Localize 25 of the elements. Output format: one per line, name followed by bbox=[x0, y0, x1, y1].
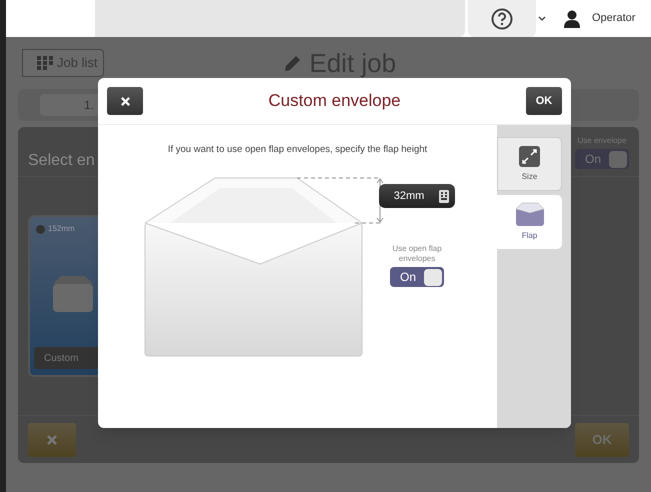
grid-icon bbox=[37, 56, 53, 70]
section-title: Select en bbox=[28, 151, 95, 171]
ok-button[interactable]: OK bbox=[526, 87, 562, 115]
dialog-title: Custom envelope bbox=[268, 90, 401, 112]
user-icon bbox=[564, 10, 580, 28]
keypad-icon bbox=[439, 190, 449, 203]
toggle-switch[interactable]: On bbox=[390, 267, 444, 288]
toggle-label: Use open flap envelopes bbox=[391, 244, 443, 264]
toggle-handle[interactable] bbox=[609, 150, 627, 168]
side-tab[interactable]: Flap bbox=[497, 195, 562, 249]
help-icon bbox=[491, 8, 513, 30]
envelope-icon bbox=[516, 202, 544, 226]
chevron-down-icon[interactable] bbox=[538, 16, 546, 22]
height-icon bbox=[36, 224, 45, 234]
toggle-handle[interactable] bbox=[424, 268, 442, 286]
close-icon bbox=[46, 434, 58, 446]
help-button[interactable] bbox=[468, 0, 536, 37]
instruction-text: If you want to use open flap envelopes, specify the flap height bbox=[168, 143, 428, 157]
close-button[interactable] bbox=[107, 87, 143, 115]
flap-height-field[interactable]: 32mm bbox=[379, 184, 455, 208]
side-tab[interactable]: Size bbox=[497, 137, 562, 191]
close-icon bbox=[120, 96, 130, 106]
resize-icon bbox=[519, 146, 540, 166]
envelope-icon bbox=[53, 276, 93, 312]
size-label: 152mm bbox=[48, 223, 75, 235]
